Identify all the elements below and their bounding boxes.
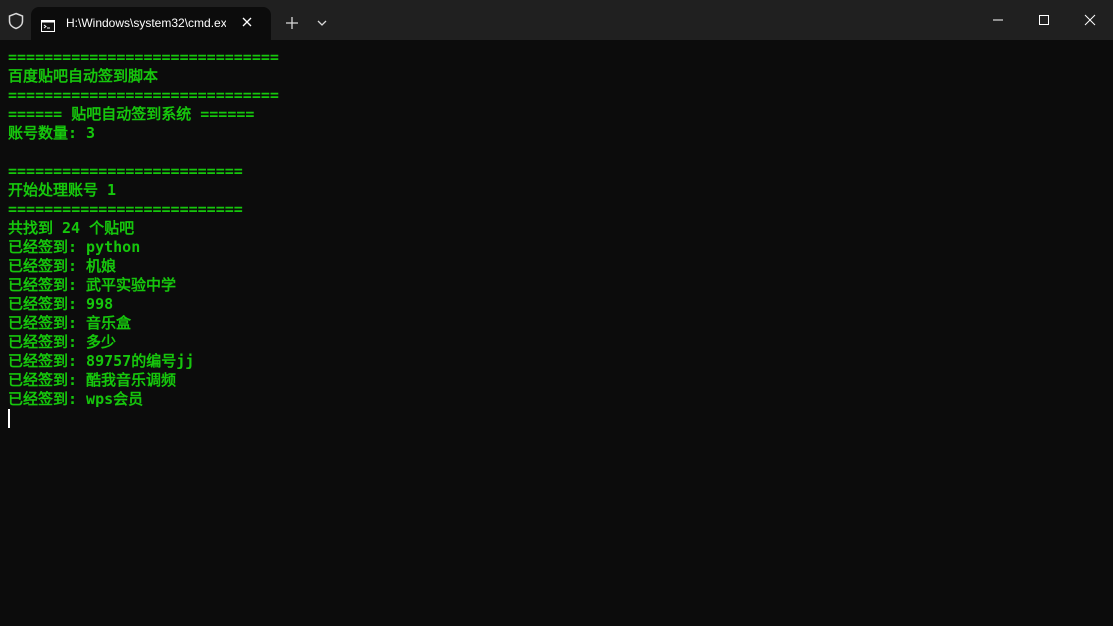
terminal-line: ============================== — [8, 48, 279, 66]
terminal-line: 账号数量: 3 — [8, 124, 96, 142]
terminal-window: H:\Windows\system32\cmd.exe ============… — [0, 0, 1113, 626]
tab-cmd[interactable]: H:\Windows\system32\cmd.exe — [31, 7, 271, 40]
maximize-icon — [1039, 15, 1049, 25]
minimize-icon — [993, 19, 1003, 21]
new-tab-button[interactable] — [281, 12, 303, 34]
shield-icon — [7, 12, 25, 30]
terminal-line: 已经签到: 89757的编号jj — [8, 352, 195, 370]
minimize-button[interactable] — [975, 0, 1021, 40]
title-bar: H:\Windows\system32\cmd.exe — [0, 0, 1113, 40]
text-cursor — [8, 409, 10, 428]
chevron-down-icon[interactable] — [312, 12, 332, 34]
tab-title: H:\Windows\system32\cmd.exe — [66, 16, 226, 30]
terminal-line: 已经签到: 酷我音乐调频 — [8, 371, 177, 389]
terminal-line: 已经签到: 998 — [8, 295, 114, 313]
terminal-line: ========================== — [8, 162, 243, 180]
maximize-button[interactable] — [1021, 0, 1067, 40]
close-tab-icon[interactable] — [239, 14, 255, 30]
close-icon — [1084, 14, 1096, 26]
terminal-line: 开始处理账号 1 — [8, 181, 117, 199]
terminal-line: 已经签到: 机娘 — [8, 257, 117, 275]
terminal-output[interactable]: ============================== 百度贴吧自动签到脚… — [8, 48, 1108, 618]
terminal-line: ============================== — [8, 86, 279, 104]
terminal-line: 已经签到: 音乐盒 — [8, 314, 132, 332]
terminal-line: 已经签到: wps会员 — [8, 390, 144, 408]
terminal-line: ====== 贴吧自动签到系统 ====== — [8, 105, 255, 123]
command-prompt-icon — [41, 17, 55, 32]
terminal-line: 百度贴吧自动签到脚本 — [8, 67, 159, 85]
terminal-line: 已经签到: 多少 — [8, 333, 117, 351]
terminal-line: 已经签到: python — [8, 238, 141, 256]
terminal-line: 已经签到: 武平实验中学 — [8, 276, 177, 294]
terminal-line: ========================== — [8, 200, 243, 218]
close-window-button[interactable] — [1067, 0, 1113, 40]
terminal-line: 共找到 24 个贴吧 — [8, 219, 135, 237]
